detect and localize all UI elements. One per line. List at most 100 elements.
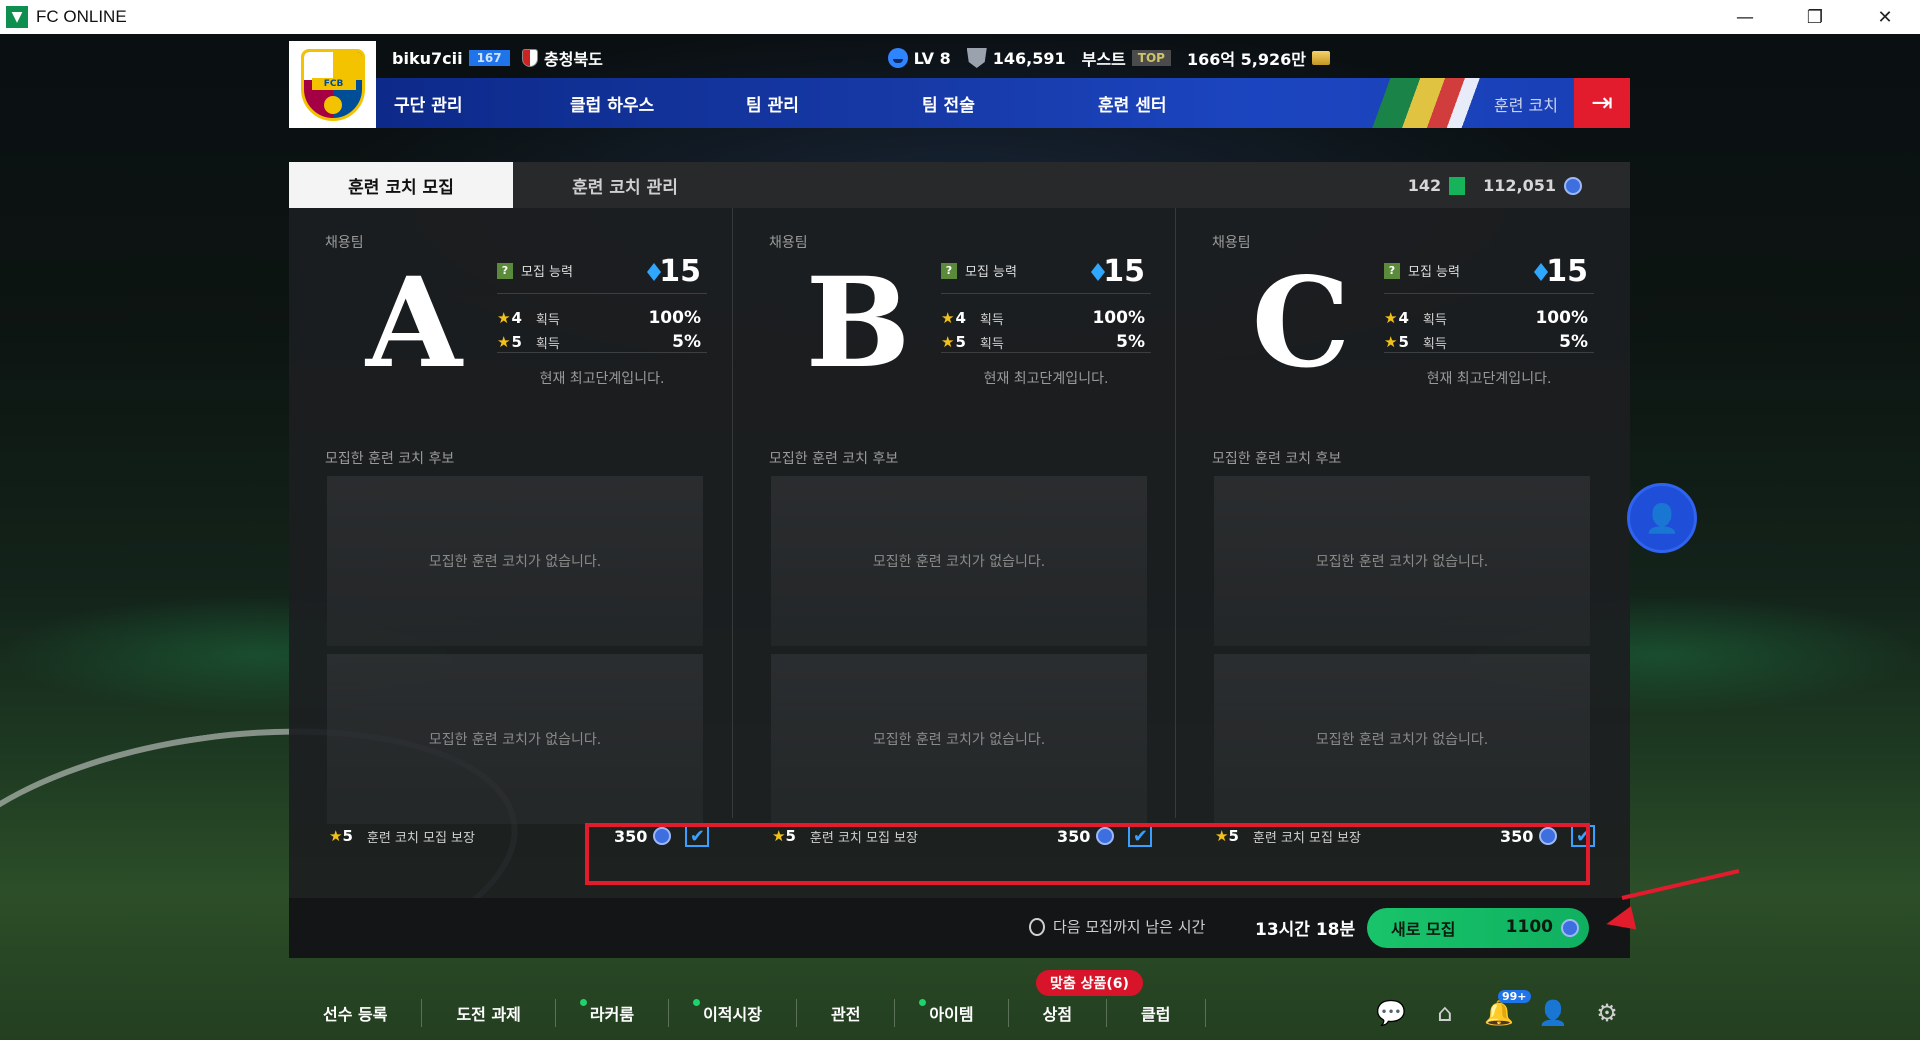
team-column-c: 채용팀 C ? 모집 능력 15 ★ 4 획득 100% ★ 5 획득 5% 현… bbox=[1175, 208, 1618, 824]
bottom-nav-challenges[interactable]: 도전 과제 bbox=[422, 999, 556, 1027]
club-logo[interactable]: FCB bbox=[289, 41, 376, 128]
rate-get-label: 획득 bbox=[535, 312, 560, 328]
timer-label: 다음 모집까지 남은 시간 bbox=[1053, 918, 1206, 936]
max-level-note: 현재 최고단계입니다. bbox=[539, 371, 665, 387]
boost[interactable]: 부스트 TOP bbox=[1082, 46, 1171, 70]
boost-label: 부스트 bbox=[1081, 50, 1126, 69]
home-icon[interactable]: ⌂ bbox=[1430, 998, 1460, 1028]
team-column-b: 채용팀 B ? 모집 능력 15 ★ 4 획득 100% ★ 5 획득 5% 현… bbox=[732, 208, 1175, 824]
manager-level-value: LV 8 bbox=[913, 48, 951, 68]
tab-coach-manage[interactable]: 훈련 코치 관리 bbox=[513, 162, 737, 208]
rate-percent: 5% bbox=[672, 332, 701, 352]
rate-stars: 4 bbox=[511, 309, 522, 327]
star-icon: ★ bbox=[941, 333, 955, 351]
candidate-slot-empty: 모집한 훈련 코치가 없습니다. bbox=[327, 476, 703, 646]
rate-stars: 4 bbox=[955, 309, 966, 327]
nav-club-management[interactable]: 구단 관리 bbox=[376, 91, 552, 116]
manager-level[interactable]: LV 8 bbox=[887, 48, 951, 68]
star-icon: ★ bbox=[329, 827, 343, 845]
username: biku7cii bbox=[392, 48, 463, 68]
rate-stars: 4 bbox=[1398, 309, 1409, 327]
candidates-label: 모집한 훈련 코치 후보 bbox=[769, 451, 899, 467]
fc-count: 112,051 bbox=[1483, 176, 1556, 195]
ticket-icon bbox=[1449, 176, 1466, 195]
bottom-nav-items[interactable]: 아이템 bbox=[895, 999, 1009, 1027]
rate-get-label: 획득 bbox=[535, 336, 560, 352]
team-grade: A bbox=[365, 250, 463, 396]
bottom-nav-club[interactable]: 클럽 bbox=[1107, 999, 1206, 1027]
ability-value: 15 bbox=[659, 254, 701, 289]
tab-coach-recruit[interactable]: 훈련 코치 모집 bbox=[289, 162, 513, 208]
star-icon: ★ bbox=[497, 309, 511, 327]
bottom-nav-player-register[interactable]: 선수 등록 bbox=[289, 999, 423, 1027]
bottom-nav-transfer-market[interactable]: 이적시장 bbox=[669, 999, 797, 1027]
restore-button[interactable]: ❐ bbox=[1780, 0, 1850, 34]
coin-icon bbox=[1312, 51, 1330, 65]
rate-get-label: 획득 bbox=[979, 336, 1004, 352]
rate-percent: 5% bbox=[1559, 332, 1588, 352]
help-icon[interactable]: ? bbox=[1384, 262, 1400, 279]
gear-icon[interactable]: ⚙ bbox=[1592, 998, 1622, 1028]
chat-bubble-icon[interactable]: 💬 bbox=[1376, 998, 1406, 1028]
person-chat-icon: 👤 bbox=[1644, 501, 1680, 535]
candidate-slot-empty: 모집한 훈련 코치가 없습니다. bbox=[1214, 476, 1590, 646]
rate-row: ★ 4 획득 100% bbox=[1384, 306, 1594, 330]
profile-info: biku7cii 167 bbox=[392, 46, 510, 70]
guarantee-row-a: ★ 5 훈련 코치 모집 보장 bbox=[329, 816, 475, 856]
rate-get-label: 획득 bbox=[1422, 336, 1447, 352]
minimize-button[interactable]: — bbox=[1710, 0, 1780, 34]
nav-current-page: 훈련 코치 bbox=[1494, 96, 1558, 115]
recruit-footer: 다음 모집까지 남은 시간 13시간 18분 새로 모집 1100 bbox=[289, 898, 1630, 958]
club-crest-icon: FCB bbox=[300, 48, 365, 121]
exit-icon: ⇥ bbox=[1591, 88, 1613, 118]
exit-button[interactable]: ⇥ bbox=[1574, 78, 1630, 128]
rate-percent: 100% bbox=[1092, 308, 1145, 328]
profile-icon[interactable]: 👤 bbox=[1538, 998, 1568, 1028]
coach-chat-button[interactable]: 👤 bbox=[1627, 483, 1697, 553]
bottom-icon-bar: 💬 ⌂ 🔔 99+ 👤 ⚙ bbox=[1376, 990, 1622, 1028]
guarantee-label: 훈련 코치 모집 보장 bbox=[366, 830, 475, 846]
bell-icon[interactable]: 🔔 99+ bbox=[1484, 990, 1531, 1028]
smile-face-icon bbox=[887, 48, 908, 68]
window-titlebar: ▼ FC ONLINE — ❐ ✕ bbox=[0, 0, 1920, 34]
level-badge: 167 bbox=[468, 50, 510, 66]
candidate-slot-empty: 모집한 훈련 코치가 없습니다. bbox=[771, 476, 1147, 646]
bottom-nav-shop[interactable]: 상점 bbox=[1009, 999, 1108, 1027]
money[interactable]: 166억 5,926만 bbox=[1187, 46, 1330, 70]
ability-value: 15 bbox=[1103, 254, 1145, 289]
team-grade: B bbox=[805, 250, 911, 396]
nav-team-management[interactable]: 팀 관리 bbox=[728, 91, 904, 116]
help-icon[interactable]: ? bbox=[941, 262, 957, 279]
crest-text: FCB bbox=[311, 77, 356, 90]
fc-coin-icon bbox=[1561, 919, 1579, 937]
fc-coin-icon bbox=[1564, 176, 1582, 195]
star-icon: ★ bbox=[1384, 333, 1398, 351]
recruit-ability: ? 모집 능력 15 bbox=[497, 248, 707, 294]
fan-count-value: 146,591 bbox=[992, 48, 1066, 68]
rate-get-label: 획득 bbox=[1422, 312, 1447, 328]
star-icon: ★ bbox=[1384, 309, 1398, 327]
team-column-a: 채용팀 A ? 모집 능력 15 ★ 4 획득 100% ★ 5 획득 5% 현… bbox=[289, 208, 732, 824]
new-recruit-button[interactable]: 새로 모집 1100 bbox=[1367, 908, 1589, 948]
app-logo-icon: ▼ bbox=[6, 6, 28, 28]
ability-label: 모집 능력 bbox=[1408, 265, 1460, 280]
rate-row: ★ 4 획득 100% bbox=[497, 306, 707, 330]
nav-training-center[interactable]: 훈련 센터 bbox=[1080, 91, 1256, 116]
nav-club-house[interactable]: 클럽 하우스 bbox=[552, 91, 728, 116]
bottom-nav-spectate[interactable]: 관전 bbox=[797, 999, 896, 1027]
rate-row: ★ 4 획득 100% bbox=[941, 306, 1151, 330]
candidates-label: 모집한 훈련 코치 후보 bbox=[1212, 451, 1342, 467]
bottom-nav-label: 이적시장 bbox=[703, 1005, 762, 1024]
rate-percent: 100% bbox=[648, 308, 701, 328]
currency-display: 142 112,051 bbox=[1408, 176, 1582, 195]
fan-count[interactable]: 146,591 bbox=[966, 48, 1066, 68]
ability-label: 모집 능력 bbox=[521, 265, 573, 280]
region-name: 충청북도 bbox=[544, 50, 603, 69]
nav-team-tactics[interactable]: 팀 전술 bbox=[904, 91, 1080, 116]
bottom-nav-locker-room[interactable]: 라커룸 bbox=[556, 999, 670, 1027]
help-icon[interactable]: ? bbox=[497, 262, 513, 279]
close-button[interactable]: ✕ bbox=[1850, 0, 1920, 34]
shield-fan-icon bbox=[966, 48, 987, 68]
timer-value: 13시간 18분 bbox=[1255, 920, 1356, 940]
window-title: FC ONLINE bbox=[36, 7, 127, 26]
